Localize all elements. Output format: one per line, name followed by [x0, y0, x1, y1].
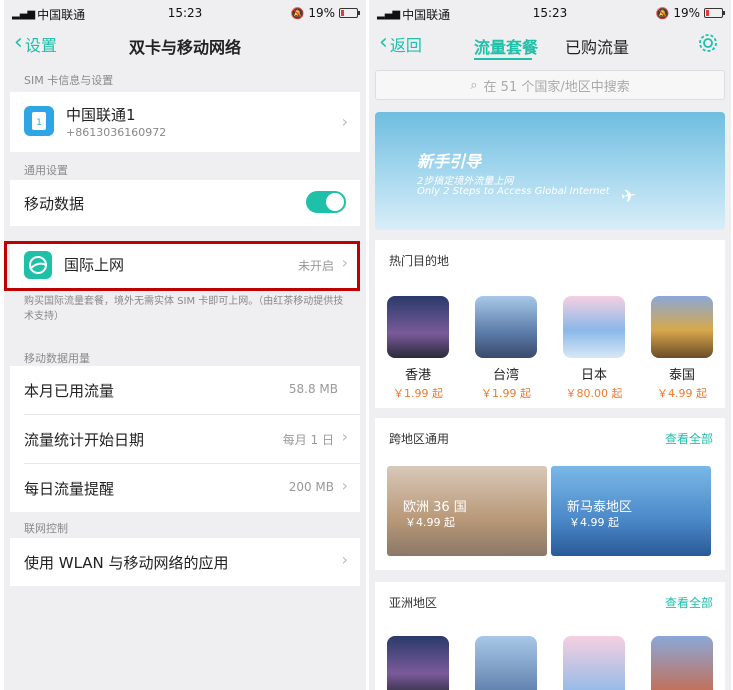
search-placeholder: 在 51 个国家/地区中搜索 [483, 79, 630, 95]
japan-image [563, 296, 625, 358]
mute-icon: 🔕 [290, 6, 305, 20]
region-price: ￥4.99 起 [569, 516, 619, 529]
asia-title: 亚洲地区 [389, 596, 438, 610]
guide-banner[interactable]: 新手引导 2步搞定境外流量上网 Only 2 Steps to Access G… [375, 112, 725, 230]
banner-subtitle-cn: 2步搞定境外流量上网 [417, 176, 514, 187]
battery-icon [704, 8, 725, 18]
destination-price: ￥80.00 起 [565, 387, 623, 400]
wlan-apps-label: 使用 WLAN 与移动网络的应用 [24, 554, 229, 572]
banner-subtitle-en: Only 2 Steps to Access Global Internet [417, 186, 610, 197]
region-price: ￥4.99 起 [405, 516, 455, 529]
sim-card-icon: 1 [24, 106, 54, 136]
usage-label: 流量统计开始日期 [24, 431, 145, 449]
destination-name: 日本 [580, 368, 607, 383]
view-all-link[interactable]: 查看全部 [665, 430, 713, 447]
destination-price: ￥4.99 起 [657, 387, 707, 400]
tab-purchased[interactable]: 已购流量 [565, 34, 629, 58]
destination-price: ￥1.99 起 [481, 387, 531, 400]
chevron-right-icon: › [341, 550, 348, 569]
destination-card[interactable]: 台湾 ￥1.99 起 [475, 296, 537, 401]
mobile-data-toggle[interactable] [306, 191, 346, 213]
usage-label: 本月已用流量 [24, 382, 115, 400]
battery-percent: 19% [673, 6, 700, 20]
battery-icon [339, 8, 360, 18]
region-name: 欧洲 36 国 [403, 500, 467, 515]
wlan-apps-row[interactable]: 使用 WLAN 与移动网络的应用 › [10, 538, 360, 586]
tab-data-plans[interactable]: 流量套餐 [474, 34, 538, 58]
usage-section-label: 移动数据用量 [24, 352, 90, 365]
hot-destinations-title: 热门目的地 [389, 254, 450, 268]
view-all-link[interactable]: 查看全部 [665, 594, 713, 611]
tab-underline [474, 58, 532, 60]
back-label: 返回 [389, 36, 422, 55]
nav-bar: ‹ 设置 双卡与移动网络 [4, 26, 366, 62]
usage-label: 每日流量提醒 [24, 480, 115, 498]
status-bar: ▂▄▆ 中国联通 15:23 🔕 19% [369, 0, 731, 26]
settings-screen: ▂▄▆ 中国联通 15:23 🔕 19% ‹ 设置 双卡与移动网络 SIM 卡信… [4, 0, 366, 690]
destination-price: ￥1.99 起 [393, 387, 443, 400]
region-card-europe[interactable]: 欧洲 36 国 ￥4.99 起 [387, 466, 547, 556]
destination-card[interactable]: 日本 ￥80.00 起 [563, 296, 625, 401]
roaming-store-screen: ▂▄▆ 中国联通 15:23 🔕 19% ‹ 返回 流量套餐 已购流量 ⌕ 在 … [369, 0, 731, 690]
general-section-label: 通用设置 [24, 164, 68, 177]
destination-name: 泰国 [668, 368, 695, 383]
battery-percent: 19% [308, 6, 335, 20]
usage-row[interactable]: 本月已用流量 58.8 MB [10, 366, 360, 414]
network-section-label: 联网控制 [24, 522, 68, 535]
asia-korea-image[interactable] [651, 636, 713, 690]
usage-value: 200 MB [288, 480, 334, 494]
usage-row[interactable]: 流量统计开始日期 每月 1 日 › [10, 415, 360, 463]
mobile-data-row: 移动数据 [10, 180, 360, 226]
gear-icon[interactable] [697, 32, 719, 54]
search-icon: ⌕ [470, 77, 478, 93]
asia-hongkong-image[interactable] [387, 636, 449, 690]
asia-japan-image[interactable] [563, 636, 625, 690]
mute-icon: 🔕 [655, 6, 670, 20]
status-bar: ▂▄▆ 中国联通 15:23 🔕 19% [4, 0, 366, 26]
taiwan-image [475, 296, 537, 358]
sim-name: 中国联通1 [66, 106, 136, 124]
banner-title: 新手引导 [417, 152, 482, 171]
cross-region-panel: 跨地区通用 查看全部 欧洲 36 国 ￥4.99 起 新马泰地区 ￥4.99 起 [375, 418, 725, 570]
usage-value: 58.8 MB [288, 382, 338, 396]
region-card-sea[interactable]: 新马泰地区 ￥4.99 起 [551, 466, 711, 556]
page-title: 双卡与移动网络 [128, 38, 241, 57]
region-name: 新马泰地区 [567, 500, 633, 515]
cross-region-title: 跨地区通用 [389, 432, 450, 446]
asia-panel: 亚洲地区 查看全部 [375, 582, 725, 690]
destination-name: 香港 [404, 368, 431, 383]
destination-card[interactable]: 香港 ￥1.99 起 [387, 296, 449, 401]
sim-card-row[interactable]: 1 中国联通1 +8613036160972 › [10, 92, 360, 152]
usage-row[interactable]: 每日流量提醒 200 MB › [10, 464, 360, 512]
back-button[interactable]: ‹ 返回 [379, 32, 422, 56]
usage-card: 本月已用流量 58.8 MB 流量统计开始日期 每月 1 日 › 每日流量提醒 … [10, 366, 360, 512]
thailand-image [651, 296, 713, 358]
chevron-right-icon: › [341, 112, 348, 131]
chevron-right-icon: › [341, 476, 348, 495]
airplane-icon: ✈ [619, 184, 638, 209]
destination-name: 台湾 [492, 368, 519, 383]
usage-value: 每月 1 日 [282, 433, 334, 447]
asia-taiwan-image[interactable] [475, 636, 537, 690]
sim-section-label: SIM 卡信息与设置 [24, 74, 114, 87]
intl-roaming-note: 购买国际流量套餐，境外无需实体 SIM 卡即可上网。（由红茶移动提供技术支持） [24, 296, 344, 322]
hot-destinations-panel: 热门目的地 香港 ￥1.99 起 台湾 ￥1.99 起 日本 ￥80.00 起 … [375, 240, 725, 408]
highlight-frame [4, 241, 360, 291]
chevron-left-icon: ‹ [379, 30, 388, 55]
hongkong-image [387, 296, 449, 358]
sim-number: +8613036160972 [66, 126, 167, 139]
chevron-right-icon: › [341, 427, 348, 446]
destination-card[interactable]: 泰国 ￥4.99 起 [651, 296, 713, 401]
nav-bar: ‹ 返回 流量套餐 已购流量 [369, 26, 731, 62]
search-input[interactable]: ⌕ 在 51 个国家/地区中搜索 [375, 70, 725, 100]
mobile-data-label: 移动数据 [24, 195, 85, 213]
